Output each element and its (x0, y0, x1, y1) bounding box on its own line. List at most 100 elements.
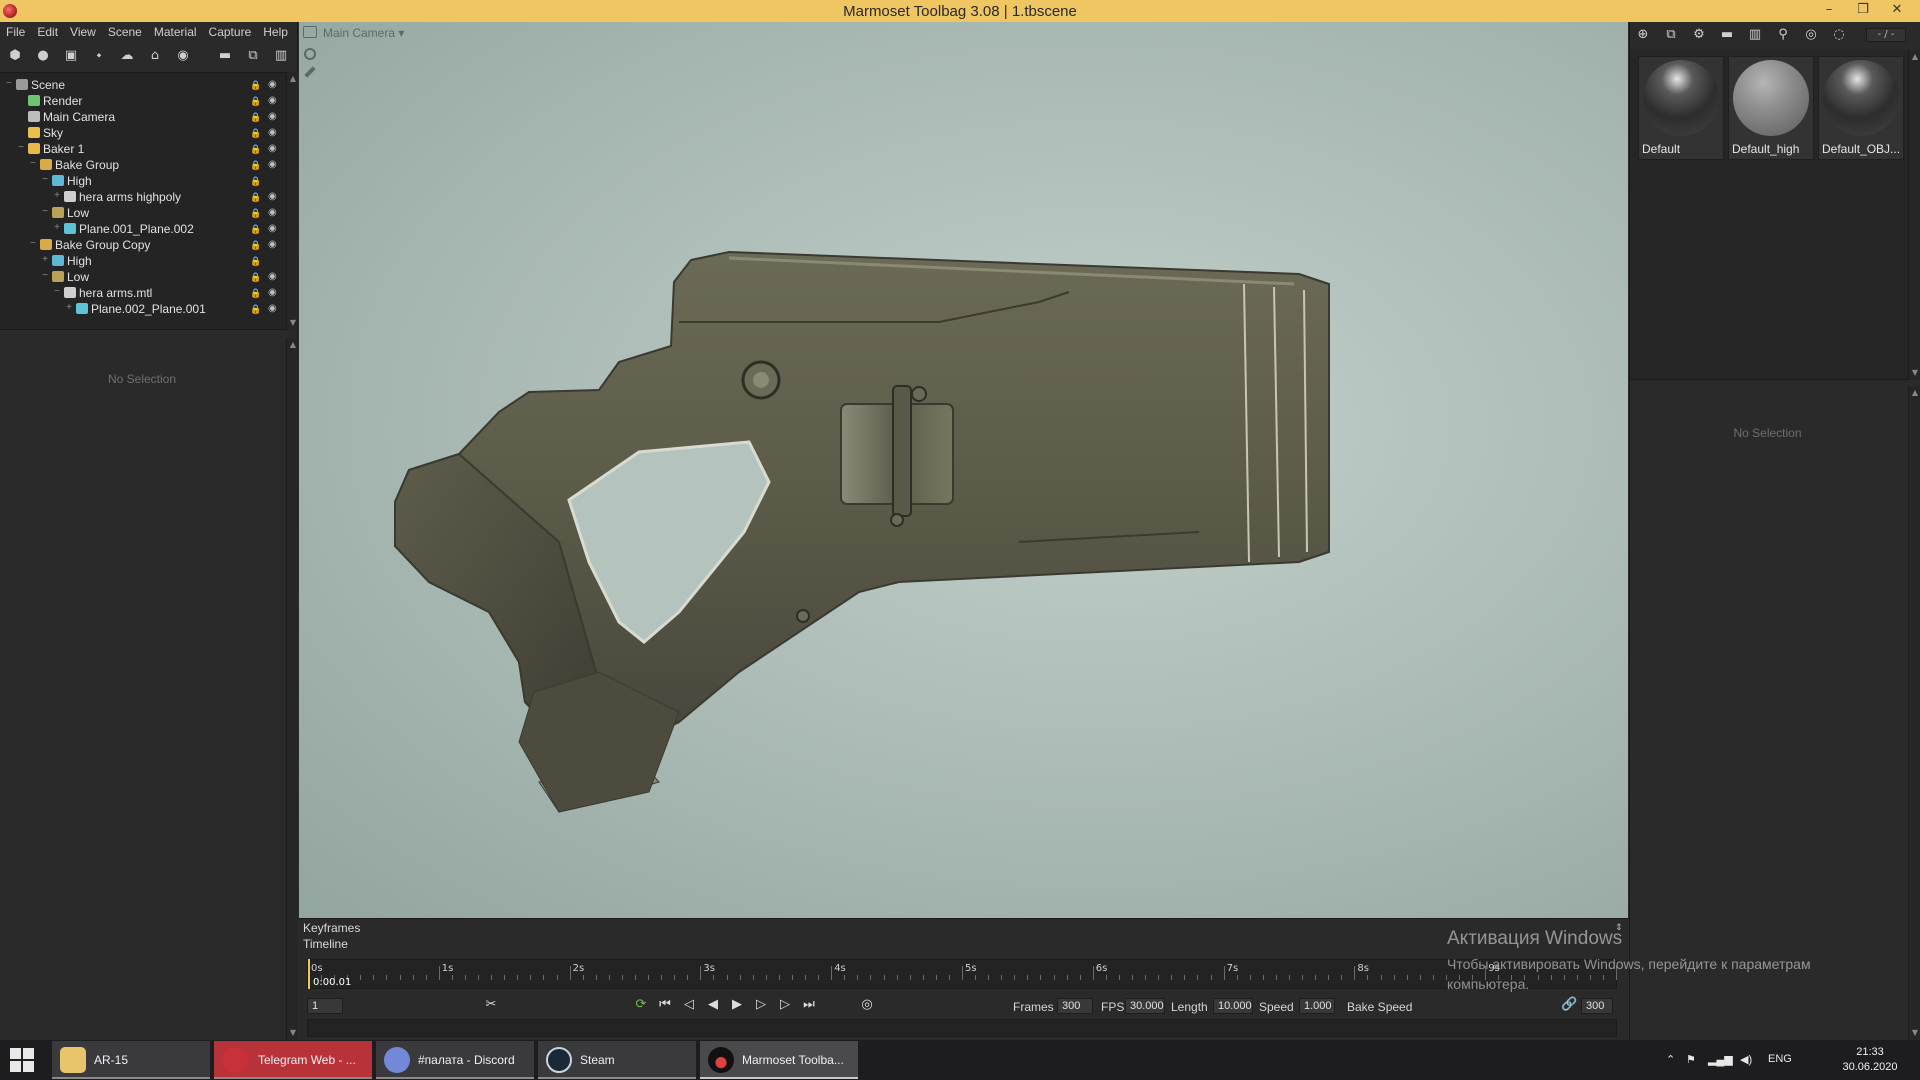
scene-tree-item[interactable]: − Low 🔒 ◉ (0, 205, 284, 221)
lock-icon[interactable]: 🔒 (250, 224, 261, 234)
add-turntable-icon[interactable]: ⌂ (146, 48, 164, 64)
scroll-up-icon[interactable]: ▲ (288, 340, 298, 350)
menu-capture[interactable]: Capture (203, 25, 258, 39)
fps-field[interactable]: 30.000 (1125, 998, 1165, 1014)
minimize-button[interactable]: – (1812, 0, 1846, 22)
add-shadow-catcher-icon[interactable]: ⬩ (90, 48, 108, 64)
scene-tree-item[interactable]: − Scene 🔒 ◉ (0, 77, 284, 93)
add-camera-icon[interactable]: ▣ (62, 48, 80, 64)
material-thumbnail-default[interactable]: Default (1638, 56, 1724, 160)
scroll-down-icon[interactable]: ▼ (288, 1028, 298, 1038)
material-sets-icon[interactable]: ⚙ (1690, 27, 1708, 43)
scene-tree-item[interactable]: + Plane.001_Plane.002 🔒 ◉ (0, 221, 284, 237)
visibility-eye-icon[interactable]: ◉ (268, 80, 280, 90)
scene-tree-item[interactable]: + hera arms highpoly 🔒 ◉ (0, 189, 284, 205)
scene-outliner[interactable]: − Scene 🔒 ◉ Render 🔒 ◉ Main Camera 🔒 ◉ Sky 🔒 ◉ − Baker… (0, 72, 298, 330)
keyframes-header[interactable]: Keyframes (303, 921, 360, 935)
network-warning-icon[interactable]: ⚑ (1686, 1053, 1696, 1066)
material-grid-scrollbar[interactable]: ▲ ▼ (1908, 50, 1920, 380)
lock-icon[interactable]: 🔒 (250, 192, 261, 202)
scroll-down-icon[interactable]: ▼ (1910, 368, 1920, 378)
menu-help[interactable]: Help (257, 25, 294, 39)
play-icon[interactable]: ▶ (729, 997, 745, 1013)
material-page-selector[interactable]: - / - (1866, 28, 1906, 42)
current-frame-field[interactable]: 1 (307, 998, 343, 1014)
lock-icon[interactable]: 🔒 (250, 176, 261, 186)
lock-icon[interactable]: 🔒 (250, 272, 261, 282)
pick-material-icon[interactable]: ⚲ (1774, 27, 1792, 43)
menu-edit[interactable]: Edit (31, 25, 64, 39)
delete-icon[interactable]: ▥ (272, 48, 290, 64)
windows-start-icon[interactable] (10, 1048, 34, 1072)
scroll-up-icon[interactable]: ▲ (288, 74, 298, 84)
scene-tree-item[interactable]: − Low 🔒 ◉ (0, 269, 284, 285)
lock-icon[interactable]: 🔒 (250, 112, 261, 122)
material-library-icon[interactable]: ◎ (1802, 27, 1820, 43)
scroll-up-icon[interactable]: ▲ (1910, 388, 1920, 398)
show-hidden-icons-icon[interactable]: ⌃ (1666, 1053, 1675, 1066)
collapse-icon[interactable]: − (40, 174, 50, 186)
taskbar-item-steam[interactable]: Steam (538, 1041, 696, 1079)
collapse-icon[interactable]: − (40, 206, 50, 218)
lock-icon[interactable]: 🔒 (250, 160, 261, 170)
menu-material[interactable]: Material (148, 25, 203, 39)
visibility-eye-icon[interactable]: ◉ (268, 240, 280, 250)
menu-scene[interactable]: Scene (102, 25, 148, 39)
bake-speed-button[interactable]: Bake Speed (1347, 1000, 1412, 1014)
frames-field[interactable]: 300 (1057, 998, 1093, 1014)
lock-icon[interactable]: 🔒 (250, 208, 261, 218)
timeline-ruler[interactable]: 0s 1s 2s 3s 4s 5s 6s 7s 8s 9s (307, 959, 1617, 989)
open-folder-icon[interactable]: ▬ (1718, 27, 1736, 43)
menu-view[interactable]: View (64, 25, 102, 39)
scroll-down-icon[interactable]: ▼ (1910, 1028, 1920, 1038)
material-properties-scrollbar[interactable]: ▲ ▼ (1908, 386, 1920, 1040)
scene-tree-item[interactable]: Sky 🔒 ◉ (0, 125, 284, 141)
restore-button[interactable]: ❐ (1846, 0, 1880, 22)
step-forward-icon[interactable]: ▷ (753, 997, 769, 1013)
visibility-eye-icon[interactable]: ◉ (268, 160, 280, 170)
timeline-settings-icon[interactable]: ◎ (859, 997, 875, 1013)
language-indicator[interactable]: ENG (1768, 1053, 1792, 1065)
taskbar-item-ar15[interactable]: AR-15 (52, 1041, 210, 1079)
go-to-start-icon[interactable]: ⏮ (657, 997, 673, 1013)
material-thumbnail-default-obj[interactable]: Default_OBJ... (1818, 56, 1904, 160)
playhead[interactable] (308, 959, 310, 989)
title-bar[interactable]: Marmoset Toolbag 3.08 | 1.tbscene – ❐ ✕ (0, 0, 1920, 22)
delete-material-icon[interactable]: ▥ (1746, 27, 1764, 43)
expand-icon[interactable]: + (52, 222, 62, 234)
prev-keyframe-icon[interactable]: ◁ (681, 997, 697, 1013)
loop-icon[interactable]: ⟳ (633, 997, 649, 1013)
wifi-icon[interactable]: ▂▄▆ (1708, 1053, 1733, 1066)
buttstock-3d-model[interactable] (299, 22, 1628, 918)
collapse-icon[interactable]: − (40, 270, 50, 282)
menu-file[interactable]: File (0, 25, 31, 39)
add-folder-icon[interactable]: ▬ (216, 48, 234, 64)
end-frame-field[interactable]: 300 (1581, 998, 1613, 1014)
expand-icon[interactable]: + (64, 302, 74, 314)
visibility-eye-icon[interactable]: ◉ (268, 128, 280, 138)
scene-tree-item[interactable]: + High 🔒 (0, 253, 284, 269)
scene-tree-item[interactable]: − Bake Group 🔒 ◉ (0, 157, 284, 173)
properties-scrollbar[interactable]: ▲ ▼ (286, 338, 298, 1040)
expand-icon[interactable]: + (40, 254, 50, 266)
visibility-eye-icon[interactable]: ◉ (268, 96, 280, 106)
lock-icon[interactable]: 🔒 (250, 144, 261, 154)
visibility-eye-icon[interactable]: ◉ (268, 288, 280, 298)
outliner-scrollbar[interactable]: ▲ ▼ (286, 72, 298, 330)
link-icon[interactable]: 🔗 (1561, 997, 1577, 1013)
add-material-icon[interactable]: ⊕ (1634, 27, 1652, 43)
lock-icon[interactable]: 🔒 (250, 256, 261, 266)
scissors-icon[interactable]: ✂ (483, 997, 499, 1013)
speed-field[interactable]: 1.000 (1299, 998, 1335, 1014)
lock-icon[interactable]: 🔒 (250, 96, 261, 106)
taskbar-item-telegram[interactable]: Telegram Web - ... (214, 1041, 372, 1079)
scene-tree-item[interactable]: − Baker 1 🔒 ◉ (0, 141, 284, 157)
keyframe-track[interactable] (307, 1019, 1617, 1037)
timeline-header[interactable]: Timeline (303, 937, 348, 951)
material-thumbnail-default-high[interactable]: Default_high (1728, 56, 1814, 160)
material-settings-icon[interactable]: ◌ (1830, 27, 1848, 43)
length-field[interactable]: 10.000 (1213, 998, 1253, 1014)
visibility-eye-icon[interactable]: ◉ (268, 112, 280, 122)
lock-icon[interactable]: 🔒 (250, 128, 261, 138)
lock-icon[interactable]: 🔒 (250, 80, 261, 90)
